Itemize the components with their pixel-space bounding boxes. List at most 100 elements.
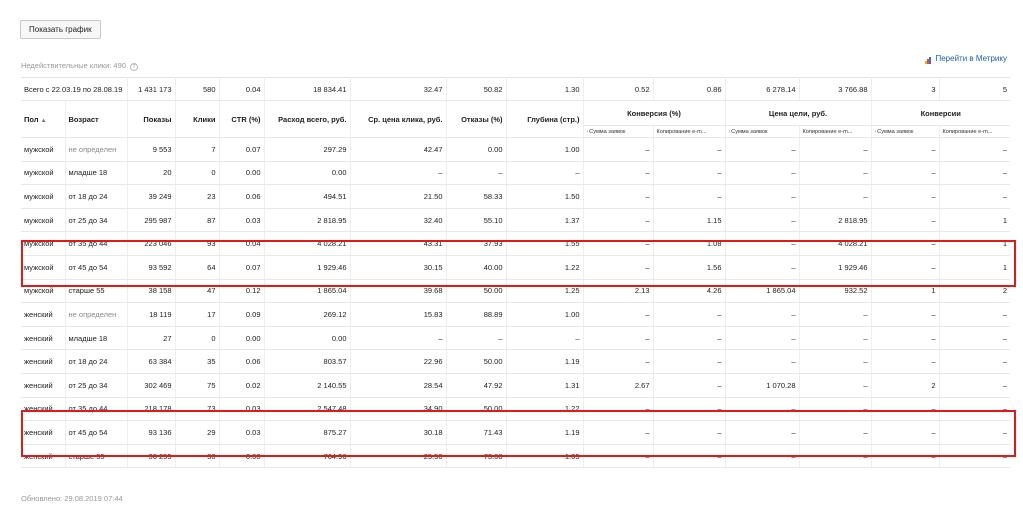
table-row: мужской от 45 до 54 93 592 64 0.07 1 929.46 30… bbox=[21, 255, 1010, 280]
table-cell: – bbox=[583, 302, 654, 327]
subcol-price-sum[interactable]: ›Сумма заявок bbox=[725, 125, 800, 138]
table-cell: – bbox=[871, 208, 940, 233]
table-row: мужской от 18 до 24 39 249 23 0.06 494.51 21.5… bbox=[21, 184, 1010, 209]
table-cell: – bbox=[871, 420, 940, 445]
table-cell: 27 bbox=[127, 326, 176, 351]
table-cell: – bbox=[725, 349, 800, 374]
table-cell: 1.05 bbox=[506, 444, 584, 469]
table-cell: 2 547.48 bbox=[264, 397, 351, 422]
cell-gender: женский bbox=[21, 397, 66, 422]
table-cell: – bbox=[446, 326, 507, 351]
table-cell: 93 bbox=[175, 231, 220, 256]
table-cell: 0.07 bbox=[219, 255, 265, 280]
table-cell: – bbox=[725, 326, 800, 351]
table-cell: 23 bbox=[175, 184, 220, 209]
table-cell: 0.00 bbox=[219, 161, 265, 186]
totals-conversions-sum: 3 bbox=[871, 77, 940, 101]
table-cell: 1.19 bbox=[506, 349, 584, 374]
table-cell: – bbox=[939, 326, 1010, 351]
table-cell: 87 bbox=[175, 208, 220, 233]
subcol-price-copy[interactable]: Копирование е-m... bbox=[799, 125, 872, 138]
table-row: женский старше 55 36 255 30 0.08 764.96 25.50 7… bbox=[21, 444, 1010, 469]
table-row: женский от 35 до 44 218 178 73 0.03 2 547.48 3… bbox=[21, 397, 1010, 422]
cell-age: от 35 до 44 bbox=[65, 231, 128, 256]
subcol-conv-copy[interactable]: Копирование е-m... bbox=[653, 125, 726, 138]
table-cell: – bbox=[799, 326, 872, 351]
table-cell: – bbox=[583, 137, 654, 162]
totals-avg-cpc: 32.47 bbox=[350, 77, 447, 101]
col-group-conversions[interactable]: Конверсии bbox=[871, 100, 1010, 126]
table-cell: 18 119 bbox=[127, 302, 176, 327]
table-cell: 50.00 bbox=[446, 349, 507, 374]
col-avg-cpc[interactable]: Ср. цена клика, руб. bbox=[350, 100, 447, 138]
table-cell: – bbox=[725, 161, 800, 186]
table-cell: 30 bbox=[175, 444, 220, 469]
chevron-right-icon: › bbox=[728, 128, 731, 135]
subcol-conv-sum[interactable]: ›Сумма заявок bbox=[583, 125, 654, 138]
table-cell: 494.51 bbox=[264, 184, 351, 209]
table-cell: 55.10 bbox=[446, 208, 507, 233]
col-spend[interactable]: Расход всего, руб. bbox=[264, 100, 351, 138]
table-cell: 42.47 bbox=[350, 137, 447, 162]
table-cell: 2 818.95 bbox=[264, 208, 351, 233]
table-body: мужской не определен 9 553 7 0.07 297.29 42.47… bbox=[21, 137, 1010, 469]
table-cell: – bbox=[725, 255, 800, 280]
table-cell: 1 070.28 bbox=[725, 373, 800, 398]
table-cell: – bbox=[871, 161, 940, 186]
table-cell: 71.43 bbox=[446, 420, 507, 445]
metrika-link[interactable]: Перейти в Метрику bbox=[925, 54, 1007, 64]
help-icon[interactable]: ? bbox=[130, 63, 139, 71]
table-cell: – bbox=[583, 326, 654, 351]
table-cell: – bbox=[939, 444, 1010, 469]
table-cell: 0.07 bbox=[219, 137, 265, 162]
table-cell: 1.56 bbox=[653, 255, 726, 280]
col-ctr[interactable]: CTR (%) bbox=[219, 100, 265, 138]
col-bounce[interactable]: Отказы (%) bbox=[446, 100, 507, 138]
table-cell: 4.26 bbox=[653, 279, 726, 304]
table-cell: – bbox=[653, 137, 726, 162]
table-cell: – bbox=[799, 397, 872, 422]
cell-age: от 45 до 54 bbox=[65, 420, 128, 445]
table-cell: – bbox=[583, 255, 654, 280]
subcol-conversions-copy[interactable]: Копирование е-m... bbox=[939, 125, 1010, 138]
cell-gender: мужской bbox=[21, 231, 66, 256]
table-cell: – bbox=[725, 397, 800, 422]
col-age[interactable]: Возраст bbox=[65, 100, 128, 138]
table-cell: – bbox=[871, 137, 940, 162]
table-cell: 50.00 bbox=[446, 397, 507, 422]
table-cell: – bbox=[939, 373, 1010, 398]
col-group-goal-price[interactable]: Цена цели, руб. bbox=[725, 100, 872, 126]
totals-ctr: 0.04 bbox=[219, 77, 265, 101]
table-cell: 0.02 bbox=[219, 373, 265, 398]
table-cell: 1.25 bbox=[506, 279, 584, 304]
col-clicks[interactable]: Клики bbox=[175, 100, 220, 138]
table-cell: 1.00 bbox=[506, 302, 584, 327]
col-depth[interactable]: Глубина (стр.) bbox=[506, 100, 584, 138]
chevron-right-icon: › bbox=[874, 128, 877, 135]
cell-gender: мужской bbox=[21, 137, 66, 162]
totals-row: Всего с 22.03.19 по 28.08.19 1 431 173 5… bbox=[21, 77, 1010, 101]
table-cell: 93 592 bbox=[127, 255, 176, 280]
col-group-conversion-rate[interactable]: Конверсия (%) bbox=[583, 100, 726, 126]
subcol-conversions-sum[interactable]: ›Сумма заявок bbox=[871, 125, 940, 138]
table-cell: 218 178 bbox=[127, 397, 176, 422]
table-cell: 0.09 bbox=[219, 302, 265, 327]
table-row: женский от 18 до 24 63 384 35 0.06 803.57 22.9… bbox=[21, 349, 1010, 374]
table-cell: – bbox=[939, 302, 1010, 327]
col-gender[interactable]: Пол ▲ bbox=[21, 100, 66, 138]
table-cell: 0.06 bbox=[219, 184, 265, 209]
show-chart-button[interactable]: Показать график bbox=[20, 20, 101, 39]
cell-age: от 18 до 24 bbox=[65, 184, 128, 209]
table-cell: 50.00 bbox=[446, 279, 507, 304]
table-cell: – bbox=[653, 444, 726, 469]
table-cell: – bbox=[871, 255, 940, 280]
table-cell: 0.08 bbox=[219, 444, 265, 469]
table-cell: 88.89 bbox=[446, 302, 507, 327]
col-impressions[interactable]: Показы bbox=[127, 100, 176, 138]
table-cell: 223 046 bbox=[127, 231, 176, 256]
totals-conv-copy: 0.86 bbox=[653, 77, 726, 101]
table-cell: – bbox=[583, 208, 654, 233]
cell-gender: женский bbox=[21, 326, 66, 351]
cell-gender: мужской bbox=[21, 255, 66, 280]
cell-gender: женский bbox=[21, 349, 66, 374]
